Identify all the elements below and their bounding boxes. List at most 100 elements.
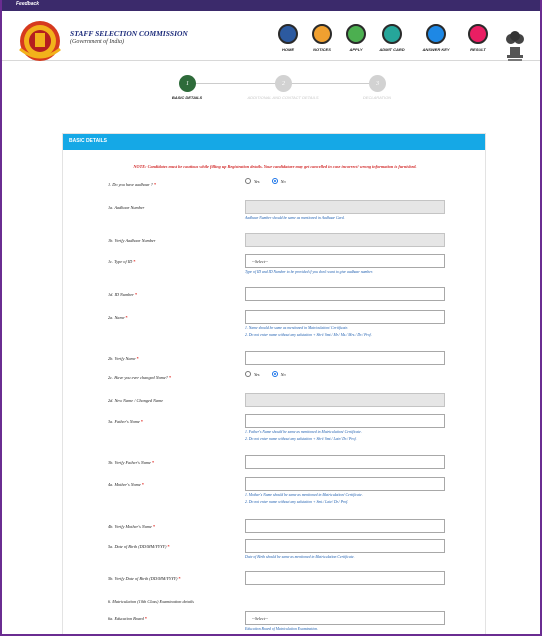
text-input <box>245 393 445 407</box>
field-hint: 2. Do not enter name without any salutat… <box>245 333 372 337</box>
nav-result-button[interactable]: RESULT <box>464 24 492 52</box>
field-label: 6a. Education Board * <box>108 616 147 621</box>
radio-option-no[interactable]: No <box>271 178 286 184</box>
text-input <box>245 233 445 247</box>
field-label: 2b. Verify Name * <box>108 356 139 361</box>
feedback-link[interactable]: Feedback <box>16 1 39 7</box>
text-input[interactable] <box>245 519 445 533</box>
admit-card-icon <box>387 29 397 39</box>
field-label: 2c. Have you ever changed Name? * <box>108 375 171 380</box>
radio-option-no[interactable]: No <box>271 371 286 377</box>
dropdown-select[interactable]: --Select-- <box>245 254 445 268</box>
field-label-text: 2a. Name <box>108 315 125 320</box>
field-label-text: 4b. Verify Mother's Name <box>108 524 152 529</box>
field-label-text: 3b. Verify Father's Name <box>108 460 151 465</box>
field-hint: Education Board of Matriculation Examina… <box>245 627 319 631</box>
nav-notices-button[interactable]: NOTICES <box>308 24 336 52</box>
field-label: 2a. Name * <box>108 315 128 320</box>
radio-option-yes[interactable]: Yes <box>245 371 260 377</box>
text-input[interactable] <box>245 455 445 469</box>
text-input[interactable] <box>245 351 445 365</box>
field-label-text: 4a. Mother's Name <box>108 482 141 487</box>
nav-home-button[interactable]: HOME <box>274 24 302 52</box>
required-marker: * <box>167 375 172 380</box>
radio-button[interactable] <box>245 371 251 377</box>
step-3-label: DECLARATION <box>362 95 392 100</box>
required-marker: * <box>135 356 139 361</box>
nav-label: NOTICES <box>313 47 331 52</box>
step-2-circle[interactable]: 2 <box>275 75 292 92</box>
field-hint: 2. Do not enter name without any salutat… <box>245 437 357 441</box>
field-label-text: 6a. Education Board <box>108 616 144 621</box>
home-icon <box>283 29 293 39</box>
required-marker: * <box>150 460 155 465</box>
nav-icon-circle <box>312 24 332 44</box>
step-1-circle[interactable]: 1 <box>179 75 196 92</box>
nav-label: HOME <box>282 47 294 52</box>
text-input[interactable] <box>245 414 445 428</box>
field-label: 2d. New Name / Changed Name <box>108 398 163 403</box>
field-label: 1d. ID Number * <box>108 292 137 297</box>
nav-label: RESULT <box>470 47 486 52</box>
nav-icon-circle <box>382 24 402 44</box>
apply-icon <box>351 29 361 39</box>
nav-apply-button[interactable]: APPLY <box>342 24 370 52</box>
dropdown-select[interactable]: --Select-- <box>245 611 445 625</box>
required-marker: * <box>152 182 157 187</box>
nav-answer-key-button[interactable]: ANSWER KEY <box>422 24 450 52</box>
national-emblem-icon <box>506 31 524 61</box>
field-label-text: 1c. Type of ID <box>108 259 133 264</box>
radio-option-yes[interactable]: Yes <box>245 178 260 184</box>
text-input[interactable] <box>245 571 445 585</box>
nav-admit-card-button[interactable]: ADMIT CARD <box>378 24 406 52</box>
required-marker: * <box>166 544 170 549</box>
field-hint: Aadhaar Number should be same as mention… <box>245 216 345 220</box>
radio-group: Yes No <box>245 371 286 377</box>
field-hint: 1. Father's Name should be same as menti… <box>245 430 362 434</box>
field-label: 1c. Type of ID * <box>108 259 136 264</box>
site-header: STAFF SELECTION COMMISSION (Government o… <box>2 11 540 61</box>
text-input[interactable] <box>245 287 445 301</box>
org-subtitle: (Government of India) <box>70 39 124 45</box>
required-marker: * <box>177 576 181 581</box>
radio-group: Yes No <box>245 178 286 184</box>
radio-button[interactable] <box>271 371 278 377</box>
basic-details-panel: BASIC DETAILS NOTE: Candidates must be c… <box>62 133 486 634</box>
field-label-text: 5a. Date of Birth (DD/MM/YYYY) <box>108 544 167 549</box>
field-label: 4a. Mother's Name * <box>108 482 144 487</box>
step-3-circle[interactable]: 3 <box>369 75 386 92</box>
field-label: 6. Matriculation (10th Class) Examinatio… <box>108 599 194 604</box>
step-2-label: ADDITIONAL AND CONTACT DETAILS <box>247 95 319 100</box>
nav-label: ADMIT CARD <box>379 47 405 52</box>
required-marker: * <box>132 259 136 264</box>
panel-title: BASIC DETAILS <box>63 134 485 150</box>
field-label: 3b. Verify Father's Name * <box>108 460 154 465</box>
chevron-down-icon <box>428 615 438 622</box>
radio-button[interactable] <box>271 178 278 184</box>
required-marker: * <box>133 292 138 297</box>
chevron-down-icon <box>428 258 438 265</box>
field-label-text: 3a. Father's Name <box>108 419 140 424</box>
field-label: 5a. Date of Birth (DD/MM/YYYY) * <box>108 544 170 549</box>
text-input[interactable] <box>245 310 445 324</box>
text-input[interactable] <box>245 539 445 553</box>
nav-icon-circle <box>468 24 488 44</box>
field-label: 1a. Aadhaar Number <box>108 205 144 210</box>
field-hint: 1. Name should be same as mentioned in M… <box>245 326 349 330</box>
field-hint: 2. Do not enter name without any salutat… <box>245 500 349 504</box>
org-title: STAFF SELECTION COMMISSION <box>70 29 188 38</box>
radio-button[interactable] <box>245 178 251 184</box>
required-marker: * <box>139 419 144 424</box>
field-label: 1. Do you have aadhaar ? * <box>108 182 156 187</box>
registration-stepper: 1 BASIC DETAILS 2 ADDITIONAL AND CONTACT DE… <box>2 72 540 102</box>
required-marker: * <box>140 482 145 487</box>
radio-label: No <box>280 178 286 184</box>
field-label-text: 2c. Have you ever changed Name? <box>108 375 168 380</box>
required-marker: * <box>143 616 147 621</box>
text-input[interactable] <box>245 477 445 491</box>
field-label-text: 1d. ID Number <box>108 292 134 297</box>
nav-label: APPLY <box>349 47 363 52</box>
notices-icon <box>317 29 327 39</box>
nav-icon-circle <box>426 24 446 44</box>
field-label-text: 1b. Verify Aadhaar Number <box>108 238 156 243</box>
